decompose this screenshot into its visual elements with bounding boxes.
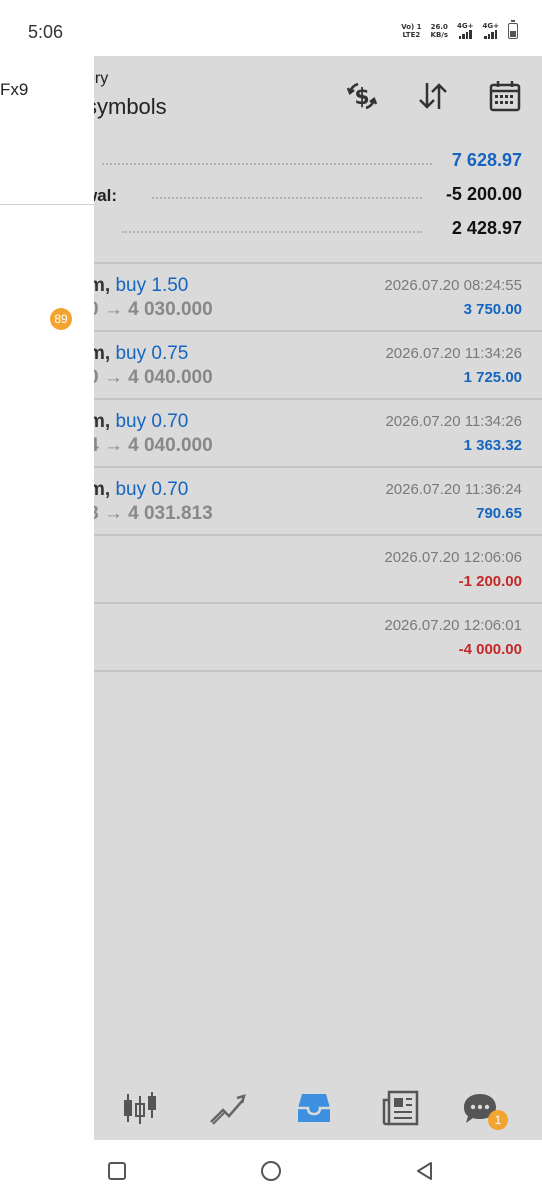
quotes-icon[interactable]	[118, 1086, 162, 1130]
recents-button[interactable]	[104, 1158, 130, 1184]
balance-operation-row[interactable]: 2026.07.20 12:06:01 -4 000.00	[94, 603, 542, 669]
summary-row-balance: 2 428.97	[94, 214, 542, 248]
speed-unit: KB/s	[430, 30, 449, 39]
summary-row-profit: 7 628.97	[94, 146, 542, 180]
speed-value: 26.0	[430, 22, 448, 31]
deal-time: 2026.07.20 11:36:24	[385, 481, 522, 498]
deal-profit: 1 725.00	[463, 369, 522, 386]
deal-symbol: m,	[94, 343, 111, 364]
app-header: ory symbols $	[94, 56, 542, 146]
header-subtitle: ory	[94, 70, 109, 87]
sort-icon[interactable]	[413, 76, 453, 116]
summary-withdrawal-label: wal:	[94, 186, 118, 205]
leader-dots	[122, 231, 422, 233]
operation-amount: -4 000.00	[458, 641, 522, 658]
deal-title: m, buy 0.70	[94, 411, 188, 433]
bottom-navigation: 1	[94, 1074, 542, 1140]
news-icon[interactable]	[379, 1086, 423, 1130]
volte-bottom-label: LTE2	[402, 30, 421, 39]
summary-withdrawal-value: -5 200.00	[445, 184, 522, 204]
chat-notification-badge: 1	[488, 1110, 508, 1130]
operation-amount: -1 200.00	[458, 573, 522, 590]
deal-side-volume: buy 0.75	[115, 343, 189, 364]
leader-dots	[102, 163, 432, 165]
deal-symbol: m,	[94, 275, 111, 296]
deal-row[interactable]: m, buy 0.70 4 → 4 040.000 2026.07.20 11:…	[94, 399, 542, 465]
volte-indicator: Vo) 1 LTE2	[401, 23, 421, 39]
status-bar: 5:06 Vo) 1 LTE2 26.0 KB/s 4G+ 4G+	[0, 0, 542, 56]
deal-symbol: m,	[94, 411, 111, 432]
history-panel: ory symbols $	[94, 56, 542, 1140]
deal-time: 2026.07.20 11:34:26	[385, 345, 522, 362]
row-divider	[94, 670, 542, 672]
deal-prices: 0 → 4 030.000	[94, 299, 213, 320]
deal-time: 2026.07.20 08:24:55	[384, 277, 522, 294]
drawer-notification-badge: 89	[50, 308, 72, 330]
chart-icon[interactable]	[205, 1086, 249, 1130]
summary-balance-value: 2 428.97	[451, 218, 522, 238]
deal-symbol: m,	[94, 479, 111, 500]
deal-side-volume: buy 1.50	[115, 275, 189, 296]
deal-profit: 3 750.00	[463, 301, 522, 318]
history-icon[interactable]	[292, 1086, 336, 1130]
deal-row[interactable]: m, buy 1.50 0 → 4 030.000 2026.07.20 08:…	[94, 263, 542, 329]
deal-prices: 8 → 4 031.813	[94, 503, 213, 524]
deal-title: m, buy 0.75	[94, 343, 188, 365]
status-time: 5:06	[28, 22, 64, 42]
drawer-divider	[0, 204, 94, 205]
system-navigation-bar	[0, 1140, 542, 1200]
drawer-account-name[interactable]: Fx9	[0, 80, 28, 100]
volte-top-label: Vo) 1	[401, 22, 422, 31]
deal-profit: 1 363.32	[463, 437, 522, 454]
operation-time: 2026.07.20 12:06:06	[384, 549, 522, 566]
operation-time: 2026.07.20 12:06:01	[384, 617, 522, 634]
deal-side-volume: buy 0.70	[115, 479, 189, 500]
summary-profit-value: 7 628.97	[451, 150, 522, 170]
back-button[interactable]	[412, 1158, 438, 1184]
deal-prices: 4 → 4 040.000	[94, 435, 213, 456]
status-icons: Vo) 1 LTE2 26.0 KB/s 4G+ 4G+	[401, 19, 518, 39]
leader-dots	[152, 197, 422, 199]
sim2-signal-icon: 4G+	[483, 22, 499, 39]
balance-operation-row[interactable]: 2026.07.20 12:06:06 -1 200.00	[94, 535, 542, 601]
currency-exchange-icon[interactable]: $	[342, 76, 382, 116]
deal-title: m, buy 0.70	[94, 479, 188, 501]
deal-profit: 790.65	[476, 505, 522, 522]
chat-icon[interactable]: 1	[458, 1086, 508, 1130]
deal-row[interactable]: m, buy 0.75 0 → 4 040.000 2026.07.20 11:…	[94, 331, 542, 397]
battery-icon	[508, 19, 518, 39]
sim2-label: 4G+	[482, 22, 499, 30]
deal-side-volume: buy 0.70	[115, 411, 189, 432]
screen: 5:06 Vo) 1 LTE2 26.0 KB/s 4G+ 4G+ Fx9 89…	[0, 0, 542, 1200]
deal-title: m, buy 1.50	[94, 275, 188, 297]
navigation-drawer[interactable]: Fx9 89	[0, 56, 94, 1140]
network-speed: 26.0 KB/s	[431, 23, 448, 39]
calendar-icon[interactable]	[485, 76, 525, 116]
header-title[interactable]: symbols	[94, 94, 167, 120]
deal-time: 2026.07.20 11:34:26	[385, 413, 522, 430]
deal-row[interactable]: m, buy 0.70 8 → 4 031.813 2026.07.20 11:…	[94, 467, 542, 533]
sim1-label: 4G+	[457, 22, 474, 30]
summary-row-withdrawal: wal: -5 200.00	[94, 180, 542, 214]
deal-prices: 0 → 4 040.000	[94, 367, 213, 388]
home-button[interactable]	[258, 1158, 284, 1184]
sim1-signal-icon: 4G+	[457, 22, 474, 39]
